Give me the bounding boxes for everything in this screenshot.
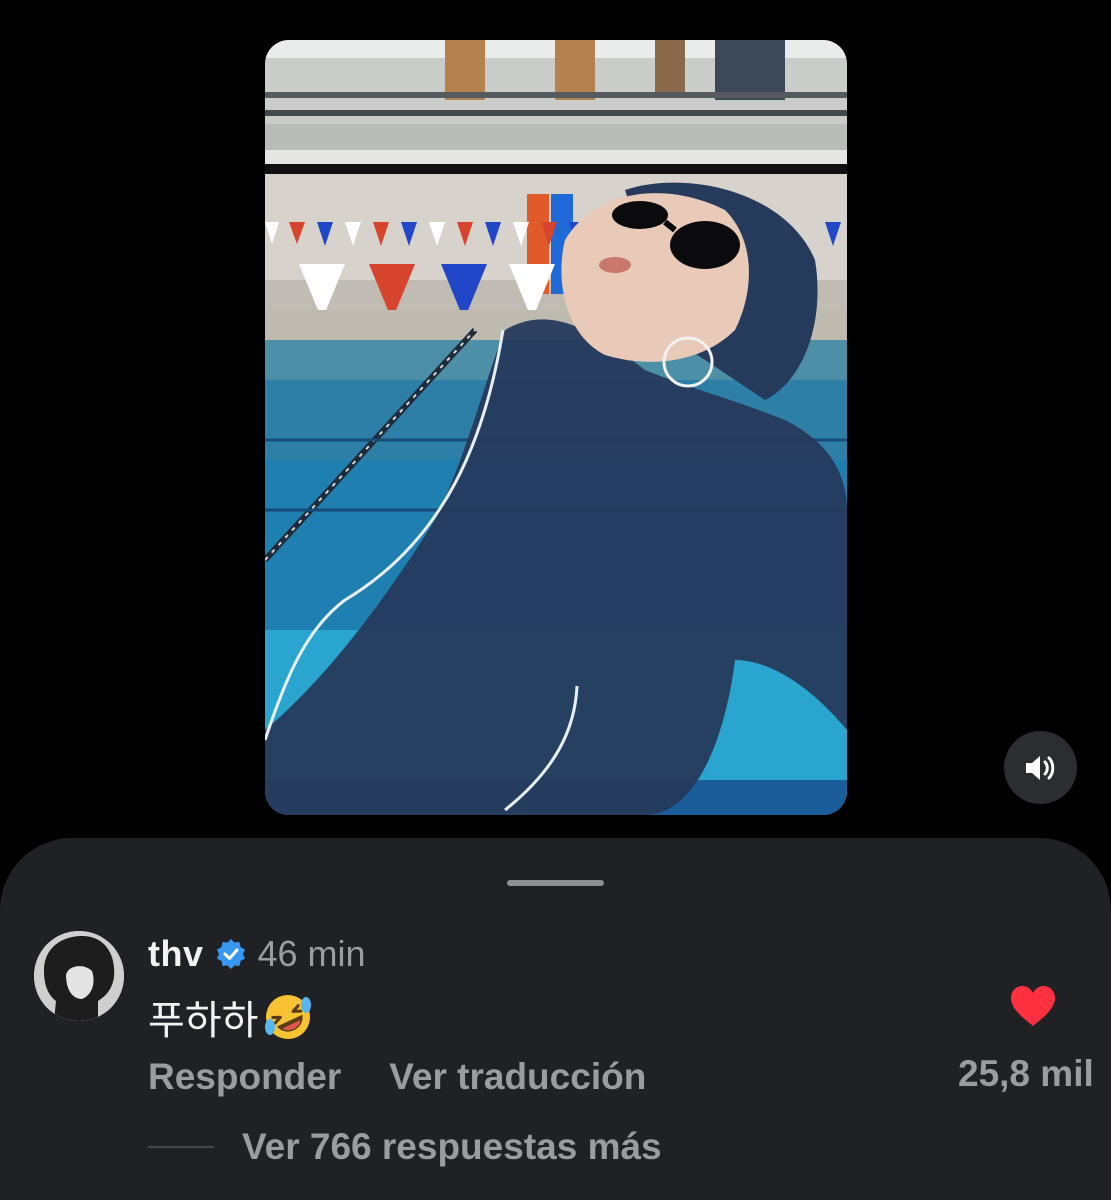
rolling-on-floor-laughing-emoji [265, 995, 312, 1039]
see-translation-button[interactable]: Ver traducción [389, 1056, 646, 1098]
screen: thv 46 min 푸하하 Responder Ver traducción … [0, 0, 1111, 1200]
like-count: 25,8 mil [958, 1053, 1094, 1094]
comment-timestamp: 46 min [257, 933, 366, 974]
speaker-icon [1025, 755, 1054, 780]
avatar-image [34, 931, 124, 1021]
view-more-replies-button[interactable]: Ver 766 respuestas más [148, 1126, 662, 1168]
avatar[interactable] [34, 931, 124, 1021]
video-media[interactable] [265, 40, 847, 815]
comment-username[interactable]: thv [148, 933, 204, 975]
comment-actions: Responder Ver traducción [148, 1056, 646, 1098]
comments-sheet: thv 46 min 푸하하 Responder Ver traducción … [0, 838, 1111, 1200]
heart-icon[interactable] [1010, 985, 1056, 1027]
video-frame-image [265, 40, 847, 815]
comment-header: thv 46 min [148, 932, 366, 976]
sheet-grabber-handle[interactable] [507, 880, 604, 886]
replies-divider-line [148, 1146, 214, 1148]
verified-badge-icon [216, 939, 245, 969]
sound-toggle-button[interactable] [1004, 731, 1077, 804]
reply-button[interactable]: Responder [148, 1056, 341, 1098]
comment-body: 푸하하 [148, 992, 314, 1044]
view-more-replies-label: Ver 766 respuestas más [242, 1126, 662, 1167]
comment-text: 푸하하 [148, 998, 259, 1044]
